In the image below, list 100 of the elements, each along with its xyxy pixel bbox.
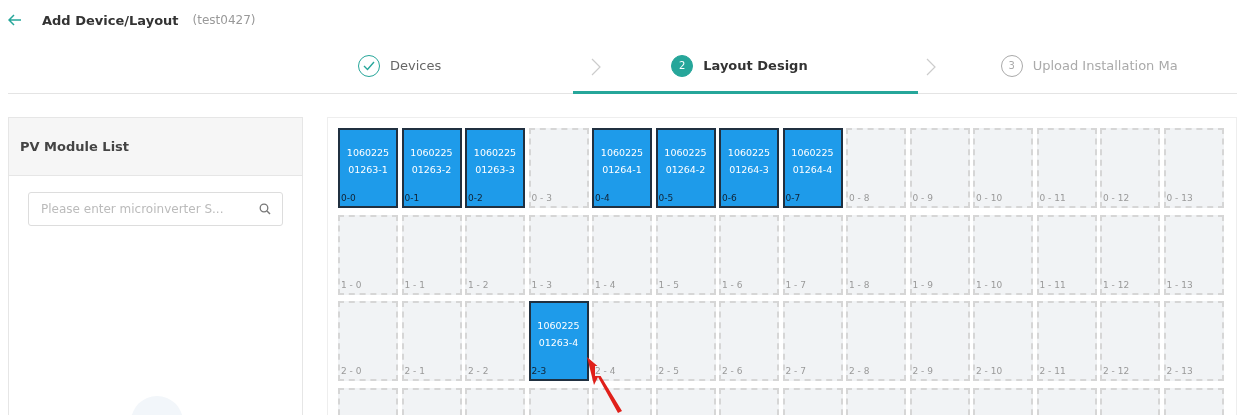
empty-slot[interactable]: 2 - 12 (1100, 301, 1160, 381)
position-label: 2 - 2 (468, 366, 489, 376)
position-label: 2 - 1 (404, 366, 425, 376)
serial-number: 01263-3 (475, 163, 515, 177)
position-label: 2 - 0 (341, 366, 362, 376)
empty-slot[interactable]: 0 - 11 (1036, 128, 1097, 208)
step-tab[interactable]: 3 Upload Installation Ma (1000, 40, 1178, 94)
serial-number: 01263-1 (348, 163, 388, 177)
empty-slot[interactable]: 1 - 2 (465, 214, 525, 295)
serial-number: 1060225 (664, 146, 707, 160)
position-label: 1 - 13 (1166, 279, 1193, 290)
position-label: 1 - 9 (912, 279, 933, 290)
empty-slot[interactable]: 2 - 9 (909, 301, 970, 381)
empty-slot[interactable]: 2 - 8 (846, 301, 906, 381)
empty-slot[interactable]: 0 - 10 (973, 128, 1033, 208)
position-label: 1 - 0 (341, 279, 362, 290)
empty-slot[interactable]: 2 - 4 (592, 301, 652, 381)
module-cell[interactable]: 1060225 01263-4 2-3 (528, 301, 589, 381)
position-label: 1 - 7 (785, 279, 806, 290)
step-label: Devices (390, 58, 442, 73)
search-icon[interactable] (259, 203, 271, 215)
module-cell[interactable]: 1060225 01264-4 0-7 (782, 128, 843, 208)
empty-slot[interactable]: 0 - 8 (846, 128, 906, 208)
position-label: 2 - 7 (785, 366, 806, 376)
module-cell[interactable]: 1060225 01264-3 0-6 (719, 128, 779, 208)
empty-slot[interactable]: 1 - 1 (401, 214, 462, 295)
empty-slot[interactable]: 2 - 7 (782, 301, 843, 381)
empty-slot[interactable]: 2 - 10 (973, 301, 1033, 381)
position-label: 1 - 6 (722, 279, 743, 290)
step-label: Upload Installation Ma (1032, 58, 1178, 73)
position-label: 2 - 4 (595, 366, 616, 376)
position-label: 0 - 12 (1103, 193, 1130, 203)
position-label: 2 - 10 (976, 366, 1003, 376)
position-label: 0-7 (785, 193, 801, 203)
position-label: 1 - 5 (658, 279, 679, 290)
position-label: 0-1 (404, 193, 420, 203)
empty-slot[interactable]: 2 - 13 (1163, 301, 1224, 381)
position-label: 0-0 (341, 193, 356, 203)
position-label: 0-5 (658, 193, 674, 203)
serial-number: 01264-3 (729, 163, 769, 177)
empty-slot[interactable]: 1 - 5 (655, 214, 716, 295)
empty-slot[interactable]: 2 - 1 (401, 301, 462, 381)
position-label: 0 - 10 (976, 193, 1003, 203)
serial-number: 1060225 (537, 319, 580, 333)
module-cell[interactable]: 1060225 01264-1 0-4 (592, 128, 652, 208)
empty-slot[interactable]: 1 - 8 (846, 214, 906, 295)
step-tab[interactable]: Devices (358, 40, 442, 94)
position-label: 2 - 8 (849, 366, 870, 376)
serial-number: 01264-1 (602, 163, 642, 177)
position-label: 2-3 (531, 366, 547, 376)
chevron-icon (925, 57, 936, 76)
empty-slot[interactable]: 0 - 3 (528, 128, 589, 208)
empty-slot[interactable]: 1 - 4 (592, 214, 652, 295)
position-label: 2 - 5 (658, 366, 679, 376)
empty-slot[interactable]: 1 - 3 (528, 214, 589, 295)
empty-slot[interactable]: 1 - 10 (973, 214, 1033, 295)
module-cell[interactable]: 1060225 01264-2 0-5 (655, 128, 716, 208)
empty-slot[interactable]: 0 - 13 (1163, 128, 1224, 208)
empty-slot[interactable]: 1 - 6 (719, 214, 779, 295)
empty-slot[interactable]: 2 - 6 (719, 301, 779, 381)
step-label: Layout Design (703, 58, 808, 73)
module-cell[interactable]: 1060225 01263-3 0-2 (465, 128, 525, 208)
serial-number: 01263-2 (411, 163, 452, 177)
position-label: 1 - 10 (976, 279, 1003, 290)
position-label: 0 - 9 (912, 193, 933, 203)
position-label: 1 - 4 (595, 279, 616, 290)
position-label: 0 - 11 (1039, 193, 1066, 203)
position-label: 2 - 13 (1166, 366, 1193, 376)
empty-slot[interactable]: 2 - 0 (338, 301, 398, 381)
empty-slot[interactable]: 1 - 12 (1100, 214, 1160, 295)
position-label: 0-6 (722, 193, 737, 203)
back-arrow-icon[interactable] (8, 14, 22, 26)
module-cell[interactable]: 1060225 01263-2 0-1 (401, 128, 462, 208)
empty-slot[interactable]: 1 - 0 (338, 214, 398, 295)
empty-slot[interactable]: 0 - 9 (909, 128, 970, 208)
serial-number: 1060225 (346, 146, 390, 160)
empty-slot[interactable]: 1 - 11 (1036, 214, 1097, 295)
empty-slot[interactable]: 1 - 13 (1163, 214, 1224, 295)
position-label: 0 - 8 (849, 193, 870, 203)
empty-slot[interactable]: 2 - 2 (465, 301, 525, 381)
step-tab[interactable]: 2 Layout Design (573, 40, 918, 94)
serial-number: 01264-4 (792, 163, 833, 177)
position-label: 0-2 (468, 193, 483, 203)
position-label: 0-4 (595, 193, 610, 203)
module-cell[interactable]: 1060225 01263-1 0-0 (338, 128, 398, 208)
panel-title: PV Module List (20, 139, 130, 154)
empty-slot[interactable]: 1 - 9 (909, 214, 970, 295)
chevron-icon (591, 57, 602, 76)
position-label: 2 - 6 (722, 366, 743, 376)
serial-number: 1060225 (727, 146, 771, 160)
position-label: 1 - 2 (468, 279, 489, 290)
project-name: (test0427) (192, 13, 256, 27)
search-field[interactable]: Please enter microinverter S... (28, 192, 283, 226)
empty-slot[interactable]: 1 - 7 (782, 214, 843, 295)
position-label: 2 - 12 (1103, 366, 1130, 376)
empty-slot[interactable]: 0 - 12 (1100, 128, 1160, 208)
empty-slot[interactable]: 2 - 5 (655, 301, 716, 381)
position-label: 0 - 3 (531, 193, 552, 203)
position-label: 0 - 13 (1166, 193, 1193, 203)
empty-slot[interactable]: 2 - 11 (1036, 301, 1097, 381)
